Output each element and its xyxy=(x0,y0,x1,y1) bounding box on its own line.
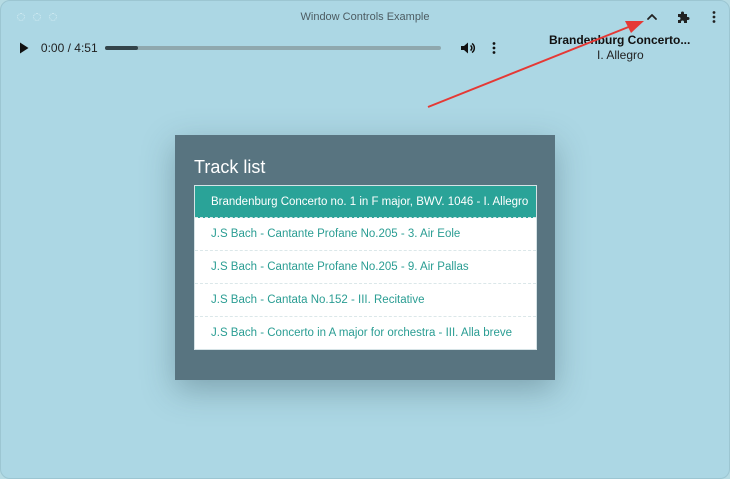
volume-icon xyxy=(461,42,476,54)
progress-fill xyxy=(104,46,139,50)
track-item[interactable]: J.S Bach - Cantante Profane No.205 - 3. … xyxy=(195,218,536,251)
play-icon xyxy=(19,42,29,54)
puzzle-icon[interactable] xyxy=(673,7,693,27)
more-vertical-icon xyxy=(492,42,496,54)
progress-bar[interactable] xyxy=(104,46,442,50)
now-playing-title: Brandenburg Concerto... xyxy=(549,33,691,47)
title-bar: Window Controls Example xyxy=(1,1,729,33)
player-more-button[interactable] xyxy=(483,37,505,59)
more-vertical-icon[interactable] xyxy=(704,7,724,27)
track-list-card: Track list Brandenburg Concerto no. 1 in… xyxy=(175,135,555,380)
now-playing-subtitle: I. Allegro xyxy=(597,48,644,62)
track-item[interactable]: J.S Bach - Cantata No.152 - III. Recitat… xyxy=(195,284,536,317)
chevron-up-icon[interactable] xyxy=(642,7,662,27)
play-button[interactable] xyxy=(13,37,35,59)
time-display: 0:00 / 4:51 xyxy=(40,41,98,55)
track-list-heading: Track list xyxy=(194,157,266,177)
track-item[interactable]: J.S Bach - Cantante Profane No.205 - 9. … xyxy=(195,251,536,284)
volume-button[interactable] xyxy=(457,37,479,59)
track-item[interactable]: Brandenburg Concerto no. 1 in F major, B… xyxy=(195,186,536,218)
track-item[interactable]: J.S Bach - Concerto in A major for orche… xyxy=(195,317,536,349)
app-window: Window Controls Example 0:00 / 4:51 Bran… xyxy=(0,0,730,479)
audio-player: 0:00 / 4:51 xyxy=(9,35,505,61)
now-playing: Brandenburg Concerto... I. Allegro xyxy=(549,33,694,62)
track-list: Brandenburg Concerto no. 1 in F major, B… xyxy=(194,185,537,350)
window-title: Window Controls Example xyxy=(300,11,430,23)
